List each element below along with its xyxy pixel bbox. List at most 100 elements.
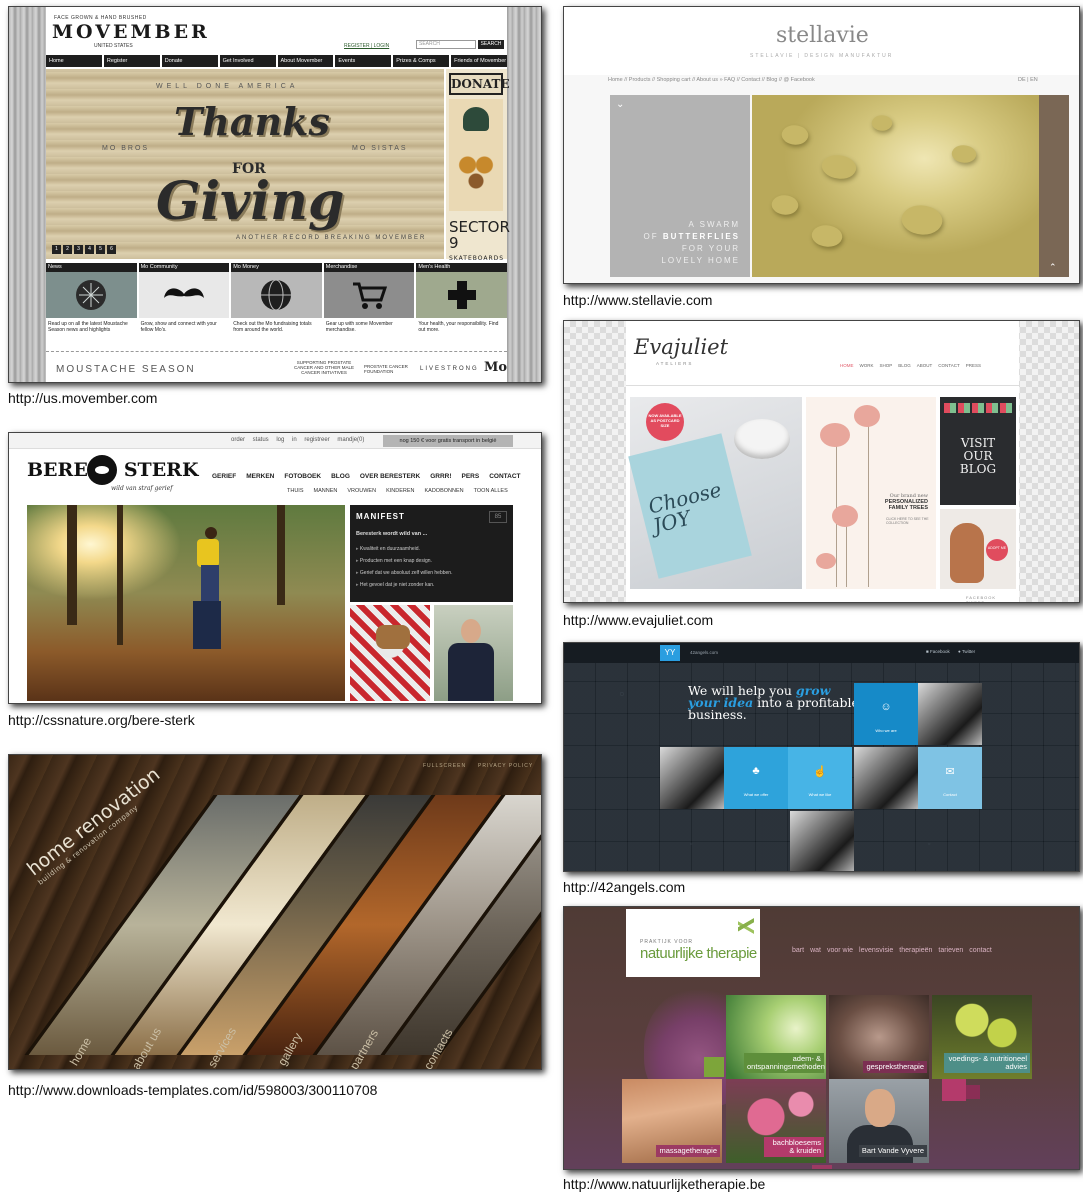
hero-banner[interactable]: WELL DONE AMERICA MO BROS MO SISTAS Than…: [46, 69, 444, 259]
submenu-item-kinderen[interactable]: KINDEREN: [386, 488, 414, 494]
angels-logo-mark[interactable]: YY: [660, 645, 680, 661]
renovation-brand[interactable]: home renovation building & renovation co…: [23, 763, 169, 886]
nav-item-get-involved[interactable]: Get Involved: [219, 55, 276, 67]
search-input[interactable]: SEARCH: [416, 40, 476, 49]
tile-mens-health[interactable]: Men's Health Your health, your responsib…: [416, 263, 507, 349]
adopt-panel[interactable]: ADOPT ME: [940, 509, 1016, 589]
menu-item-wat[interactable]: wat: [810, 947, 821, 954]
menu-item-grrr[interactable]: GRRR!: [430, 473, 451, 480]
tile-massagetherapie[interactable]: massagetherapie: [622, 1079, 722, 1163]
menu-item-merken[interactable]: MERKEN: [246, 473, 274, 480]
submenu-item-thuis[interactable]: THUIS: [287, 488, 304, 494]
photo-tile[interactable]: [660, 747, 724, 809]
family-trees-panel[interactable]: Our brand new PERSONALIZED FAMILY TREES …: [806, 397, 936, 589]
menu-item-levensvisie[interactable]: levensvisie: [859, 947, 893, 954]
fullscreen-link[interactable]: FULLSCREEN: [423, 763, 466, 769]
tile-bachbloesems[interactable]: bachbloesems & kruiden: [726, 1079, 826, 1163]
submenu-item-vrouwen[interactable]: VROUWEN: [347, 488, 376, 494]
chevron-up-icon[interactable]: ⌃: [1049, 262, 1057, 273]
twitter-link[interactable]: ● Twitter: [958, 649, 975, 654]
menu-item-bart[interactable]: bart: [792, 947, 804, 954]
photo-tile[interactable]: [854, 747, 918, 809]
menu-item-tarieven[interactable]: tarieven: [938, 947, 963, 954]
menu-item-pers[interactable]: PERS: [462, 473, 480, 480]
slide-dot[interactable]: 3: [74, 245, 83, 254]
photo-tile[interactable]: [790, 811, 854, 871]
slide-dot[interactable]: 6: [107, 245, 116, 254]
nav-work[interactable]: WORK: [860, 363, 874, 368]
submenu-item-toon-alles[interactable]: TOON ALLES: [474, 488, 508, 494]
tile-mo-money[interactable]: Mo Money Check out the Mo fundraising to…: [231, 263, 322, 349]
menu-item-gerief[interactable]: GERIEF: [212, 473, 236, 480]
butterflies-image[interactable]: [752, 95, 1039, 277]
what-we-offer-tile[interactable]: ♣ What we offer: [724, 747, 788, 809]
submenu-item-mannen[interactable]: MANNEN: [314, 488, 338, 494]
sub-menu: THUIS MANNEN VROUWEN KINDEREN KADOBONNEN…: [287, 488, 508, 494]
language-switch[interactable]: DE | EN: [1018, 77, 1038, 83]
register-login-link[interactable]: REGISTER | LOGIN: [344, 43, 389, 49]
product-photo-bread[interactable]: [350, 605, 430, 701]
livestrong-logo[interactable]: LIVESTRONG: [420, 366, 479, 372]
choose-joy-panel[interactable]: NOW AVAILABLE AS POSTCARD SIZE Choose JO…: [628, 397, 802, 589]
privacy-link[interactable]: PRIVACY POLICY: [478, 763, 533, 769]
social-links[interactable]: FACEBOOK TWEET: [966, 595, 1019, 602]
menu-item-fotoboek[interactable]: FOTOBOEK: [284, 473, 321, 480]
menu-item-contact[interactable]: contact: [969, 947, 992, 954]
slide-dot[interactable]: 4: [85, 245, 94, 254]
account-links[interactable]: order status log in registreer mandje(0): [231, 437, 364, 443]
tile-news[interactable]: News Read up on all the latest Moustache…: [46, 263, 137, 349]
tile-merchandise[interactable]: Merchandise Gear up with some Movember m…: [323, 263, 415, 349]
evajuliet-logo[interactable]: Evajuliet: [634, 335, 728, 359]
visit-blog-panel[interactable]: VISIT OUR BLOG: [940, 397, 1016, 505]
nav-item-donate[interactable]: Donate: [161, 55, 218, 67]
nav-item-about[interactable]: About Movember: [277, 55, 334, 67]
tile-bart[interactable]: Bart Vande Vyvere: [829, 1079, 929, 1163]
nav-item-events[interactable]: Events: [335, 55, 392, 67]
stellavie-logo[interactable]: stellavie: [776, 23, 869, 48]
what-we-like-tile[interactable]: ☝ What we like: [788, 747, 852, 809]
nav-press[interactable]: PRESS: [966, 363, 981, 368]
tile-gesprekstherapie[interactable]: gesprekstherapie: [829, 995, 929, 1079]
nav-item-friends[interactable]: Friends of Movember: [451, 55, 507, 67]
collection-link[interactable]: CLICK HERE TO SEE THE COLLECTION: [886, 517, 930, 525]
contact-tile[interactable]: ✉ Contact: [918, 747, 982, 809]
slide-dot[interactable]: 5: [96, 245, 105, 254]
menu-item-therapieen[interactable]: therapieën: [899, 947, 932, 954]
list-item: Producten met een knap design.: [356, 555, 452, 567]
submenu-item-kadobonnen[interactable]: KADOBONNEN: [425, 488, 464, 494]
nav-blog[interactable]: BLOG: [898, 363, 911, 368]
nav-shop[interactable]: SHOP: [880, 363, 893, 368]
nav-about[interactable]: ABOUT: [917, 363, 933, 368]
chevron-down-icon[interactable]: ⌄: [616, 99, 624, 110]
menu-item-over[interactable]: OVER BERESTERK: [360, 473, 420, 480]
nav-item-prizes[interactable]: Prizes & Comps: [393, 55, 450, 67]
movember-logo[interactable]: MOVEMBER: [52, 21, 210, 43]
nav-contact[interactable]: CONTACT: [938, 363, 959, 368]
nav-item-home[interactable]: Home: [46, 55, 102, 67]
photo-tile[interactable]: [918, 683, 982, 745]
nav-item-register[interactable]: Register: [103, 55, 160, 67]
who-we-are-tile[interactable]: ☺ Who we are: [854, 683, 918, 745]
nav-home[interactable]: HOME: [840, 363, 854, 368]
facebook-link[interactable]: ■ Facebook: [926, 649, 950, 654]
tile-adem[interactable]: adem- & ontspanningsmethoden: [726, 995, 826, 1079]
slide-dot[interactable]: 2: [63, 245, 72, 254]
menu-item-blog[interactable]: BLOG: [331, 473, 350, 480]
stellavie-nav[interactable]: Home // Products // Shopping cart // Abo…: [608, 77, 815, 83]
donate-button[interactable]: DONATE: [449, 73, 510, 95]
product-photo-man[interactable]: [434, 605, 513, 701]
poster-ad[interactable]: [449, 99, 503, 211]
caption-movember: http://us.movember.com: [8, 390, 158, 406]
accent-square: [942, 1079, 966, 1101]
menu-item-voor-wie[interactable]: voor wie: [827, 947, 853, 954]
slide-dot[interactable]: 1: [52, 245, 61, 254]
tile-voedings[interactable]: voedings- & nutritioneel advies: [932, 995, 1032, 1079]
hero-photo[interactable]: [27, 505, 345, 701]
pcf-logo[interactable]: PROSTATE CANCER FOUNDATION: [364, 364, 414, 374]
therapie-logo-card[interactable]: PRAKTIJK VOOR natuurlijke therapie: [626, 909, 760, 977]
search-button[interactable]: SEARCH: [478, 40, 504, 49]
menu-item-contact[interactable]: CONTACT: [489, 473, 520, 480]
next-slide-panel[interactable]: ⌃: [1039, 95, 1069, 277]
tile-mo-community[interactable]: Mo Community Grow, show and connect with…: [138, 263, 230, 349]
sector9-ad[interactable]: SECTOR 9 SKATEBOARDS: [449, 219, 510, 267]
